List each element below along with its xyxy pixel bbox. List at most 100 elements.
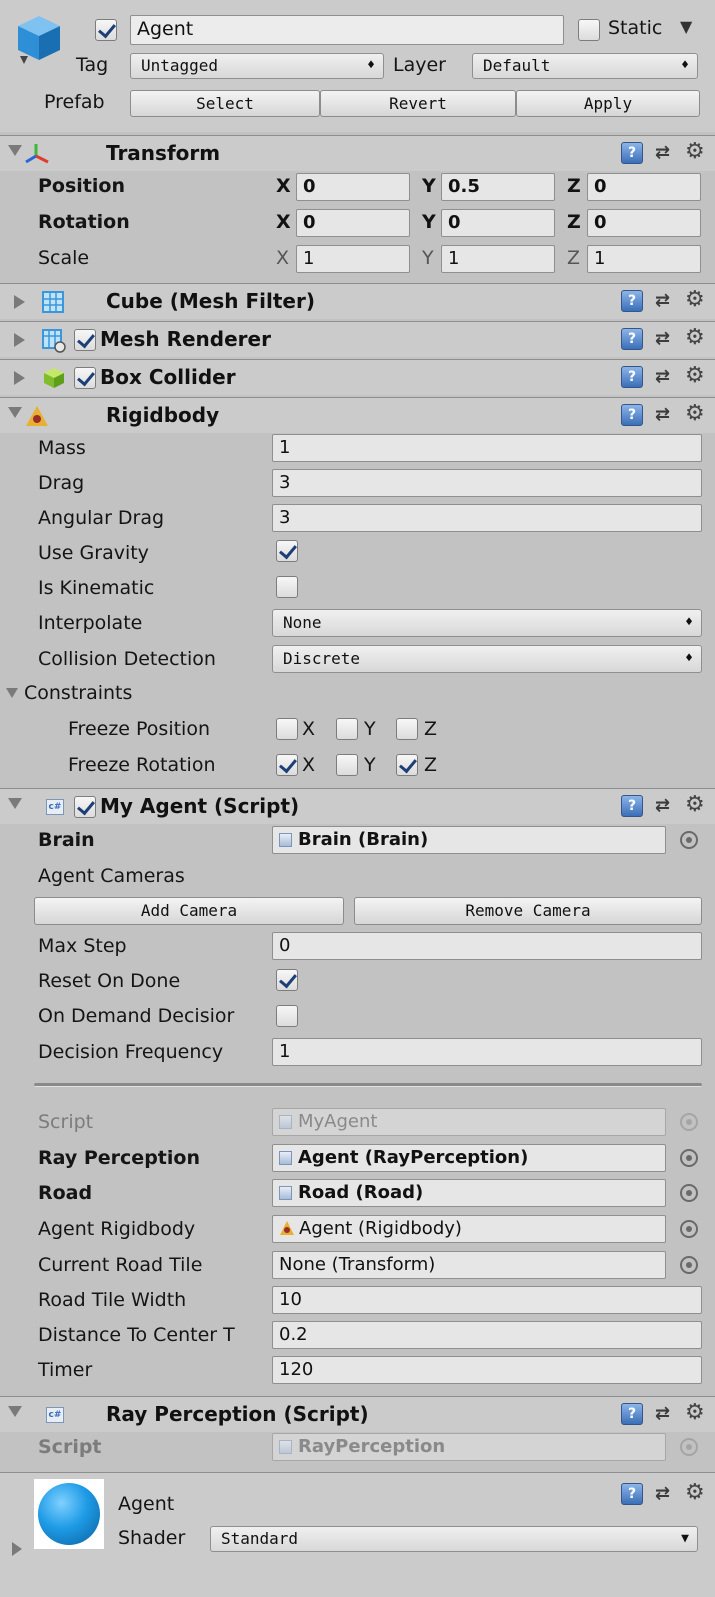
rotation-y-label[interactable]: Y [422, 211, 436, 233]
prefab-select-button[interactable]: Select [130, 90, 320, 117]
is-kinematic-checkbox[interactable] [276, 576, 298, 598]
freeze-rotation-x-checkbox[interactable] [276, 754, 298, 776]
active-checkbox[interactable] [95, 19, 117, 41]
foldout-arrow-icon[interactable] [14, 333, 25, 347]
freeze-rotation-z-checkbox[interactable] [396, 754, 418, 776]
preset-icon[interactable]: ⇄ [655, 1403, 679, 1425]
prefab-apply-button[interactable]: Apply [516, 90, 700, 117]
foldout-arrow-icon[interactable] [14, 371, 25, 385]
position-y-field[interactable]: 0.5 [441, 173, 555, 201]
gear-icon[interactable]: ⚙ [685, 326, 709, 350]
position-z-label[interactable]: Z [567, 175, 581, 197]
foldout-arrow-icon[interactable] [8, 798, 22, 809]
preset-icon[interactable]: ⇄ [655, 404, 679, 426]
static-checkbox[interactable] [578, 19, 600, 41]
my-agent-enabled-checkbox[interactable] [74, 796, 96, 818]
scale-x-field[interactable]: 1 [296, 245, 410, 273]
scale-y-label[interactable]: Y [422, 247, 434, 269]
rotation-z-label[interactable]: Z [567, 211, 581, 233]
add-camera-button[interactable]: Add Camera [34, 897, 344, 925]
foldout-arrow-icon[interactable] [8, 145, 22, 156]
help-icon[interactable]: ? [621, 1403, 643, 1425]
gear-icon[interactable]: ⚙ [685, 1401, 709, 1425]
freeze-position-x-checkbox[interactable] [276, 718, 298, 740]
help-icon[interactable]: ? [621, 142, 643, 164]
constraints-label[interactable]: Constraints [24, 682, 132, 704]
ray-perception-header[interactable]: c# Ray Perception (Script) ? ⇄ ⚙ [0, 1396, 715, 1432]
gear-icon[interactable]: ⚙ [685, 140, 709, 164]
my-agent-header[interactable]: c# My Agent (Script) ? ⇄ ⚙ [0, 788, 715, 824]
foldout-arrow-icon[interactable] [8, 1406, 22, 1417]
decision-frequency-field[interactable]: 1 [272, 1038, 702, 1066]
prefab-revert-button[interactable]: Revert [320, 90, 516, 117]
current-road-tile-object-field[interactable]: None (Transform) [272, 1251, 666, 1279]
preset-icon[interactable]: ⇄ [655, 142, 679, 164]
brain-object-field[interactable]: Brain (Brain) [272, 826, 666, 854]
mesh-renderer-enabled-checkbox[interactable] [74, 329, 96, 351]
box-collider-header[interactable]: Box Collider ? ⇄ ⚙ [0, 359, 715, 395]
gear-icon[interactable]: ⚙ [685, 288, 709, 312]
material-foldout-icon[interactable] [12, 1542, 22, 1556]
preset-icon[interactable]: ⇄ [655, 366, 679, 388]
angular-drag-field[interactable]: 3 [272, 504, 702, 532]
rotation-x-field[interactable]: 0 [296, 209, 410, 237]
road-tile-width-field[interactable]: 10 [272, 1286, 702, 1314]
rotation-z-field[interactable]: 0 [587, 209, 701, 237]
help-icon[interactable]: ? [621, 1483, 643, 1505]
max-step-field[interactable]: 0 [272, 932, 702, 960]
foldout-arrow-icon[interactable] [14, 295, 25, 309]
scale-z-field[interactable]: 1 [587, 245, 701, 273]
layer-dropdown[interactable]: Default ♦ [472, 53, 698, 79]
position-x-field[interactable]: 0 [296, 173, 410, 201]
tag-dropdown[interactable]: Untagged ♦ [130, 53, 384, 79]
reset-on-done-checkbox[interactable] [276, 969, 298, 991]
timer-field[interactable]: 120 [272, 1356, 702, 1384]
preset-icon[interactable]: ⇄ [655, 1483, 679, 1505]
rotation-y-field[interactable]: 0 [441, 209, 555, 237]
help-icon[interactable]: ? [621, 366, 643, 388]
rotation-x-label[interactable]: X [276, 211, 291, 233]
preset-icon[interactable]: ⇄ [655, 795, 679, 817]
help-icon[interactable]: ? [621, 328, 643, 350]
interpolate-dropdown[interactable]: None ♦ [272, 609, 702, 637]
gear-icon[interactable]: ⚙ [685, 1481, 709, 1505]
use-gravity-checkbox[interactable] [276, 540, 298, 562]
current-road-tile-picker-icon[interactable] [680, 1256, 698, 1274]
rigidbody-header[interactable]: Rigidbody ? ⇄ ⚙ [0, 397, 715, 433]
help-icon[interactable]: ? [621, 795, 643, 817]
preset-icon[interactable]: ⇄ [655, 290, 679, 312]
freeze-position-y-checkbox[interactable] [336, 718, 358, 740]
preset-icon[interactable]: ⇄ [655, 328, 679, 350]
drag-field[interactable]: 3 [272, 469, 702, 497]
gear-icon[interactable]: ⚙ [685, 364, 709, 388]
scale-y-field[interactable]: 1 [441, 245, 555, 273]
transform-header[interactable]: Transform ? ⇄ ⚙ [0, 135, 715, 171]
help-icon[interactable]: ? [621, 290, 643, 312]
shader-dropdown[interactable]: Standard ▼ [210, 1526, 698, 1552]
agent-rigidbody-picker-icon[interactable] [680, 1220, 698, 1238]
help-icon[interactable]: ? [621, 404, 643, 426]
freeze-rotation-y-checkbox[interactable] [336, 754, 358, 776]
ray-perception-object-field[interactable]: Agent (RayPerception) [272, 1144, 666, 1172]
mesh-renderer-header[interactable]: Mesh Renderer ? ⇄ ⚙ [0, 321, 715, 357]
constraints-foldout-icon[interactable] [6, 688, 18, 698]
scale-z-label[interactable]: Z [567, 247, 580, 269]
gear-icon[interactable]: ⚙ [685, 402, 709, 426]
position-x-label[interactable]: X [276, 175, 291, 197]
road-object-field[interactable]: Road (Road) [272, 1179, 666, 1207]
mesh-filter-header[interactable]: Cube (Mesh Filter) ? ⇄ ⚙ [0, 283, 715, 319]
position-y-label[interactable]: Y [422, 175, 436, 197]
agent-rigidbody-object-field[interactable]: Agent (Rigidbody) [272, 1215, 666, 1243]
distance-to-center-field[interactable]: 0.2 [272, 1321, 702, 1349]
mass-field[interactable]: 1 [272, 434, 702, 462]
scale-x-label[interactable]: X [276, 247, 289, 269]
position-z-field[interactable]: 0 [587, 173, 701, 201]
gameobject-name-input[interactable]: Agent [130, 15, 564, 45]
freeze-position-z-checkbox[interactable] [396, 718, 418, 740]
box-collider-enabled-checkbox[interactable] [74, 367, 96, 389]
road-picker-icon[interactable] [680, 1184, 698, 1202]
static-dropdown-arrow-icon[interactable]: ▼ [680, 17, 692, 36]
remove-camera-button[interactable]: Remove Camera [354, 897, 702, 925]
brain-picker-icon[interactable] [680, 831, 698, 849]
ray-perception-picker-icon[interactable] [680, 1149, 698, 1167]
